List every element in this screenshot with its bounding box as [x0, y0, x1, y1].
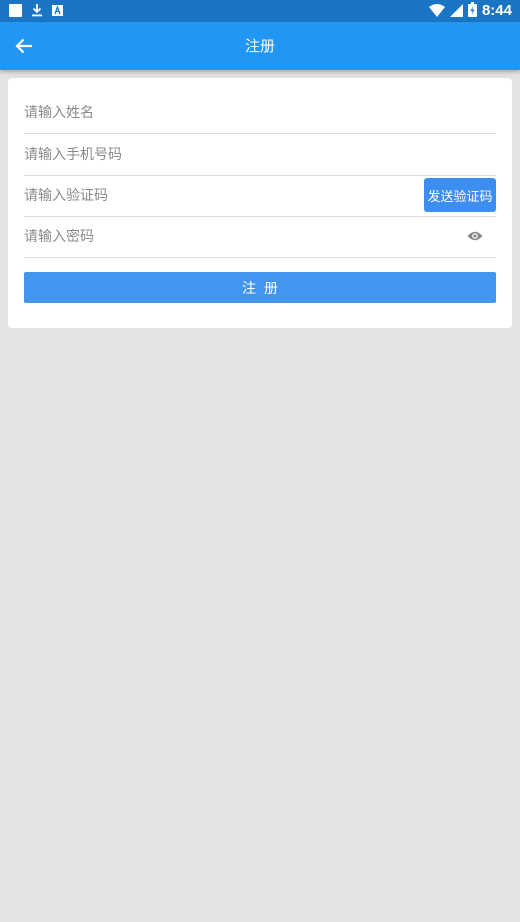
signal-icon [449, 2, 463, 21]
download-icon [31, 3, 43, 17]
wifi-icon [428, 2, 445, 21]
a-notification-icon [52, 4, 63, 16]
status-bar: 8:44 [0, 0, 520, 22]
verification-code-input[interactable] [24, 176, 414, 216]
status-system-icons: 8:44 [428, 1, 512, 21]
eye-icon[interactable] [467, 230, 483, 242]
password-field-row [24, 217, 496, 258]
status-time: 8:44 [481, 2, 512, 19]
square-notification-icon [9, 3, 22, 17]
phone-input[interactable] [24, 135, 496, 175]
phone-field-row [24, 135, 496, 176]
name-input[interactable] [24, 93, 496, 133]
register-button[interactable]: 注册 [24, 272, 496, 303]
password-input[interactable] [24, 217, 454, 257]
status-notifications [9, 3, 63, 17]
send-code-button[interactable]: 发送验证码 [424, 178, 496, 212]
app-bar: 注册 [0, 22, 520, 70]
name-field-row [24, 93, 496, 134]
battery-icon [467, 1, 477, 21]
page-title: 注册 [244, 37, 275, 55]
register-form-card: 发送验证码 注册 [8, 78, 512, 328]
code-field-row: 发送验证码 [24, 176, 496, 217]
